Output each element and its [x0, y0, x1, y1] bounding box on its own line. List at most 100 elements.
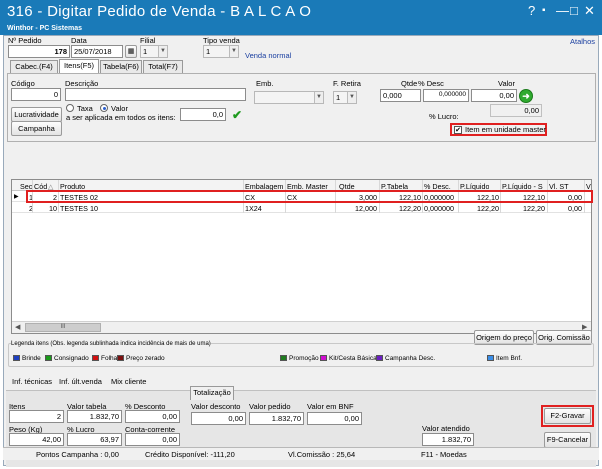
valor-desconto-label: Valor desconto	[191, 402, 241, 411]
campanha-button[interactable]: Campanha	[11, 121, 62, 136]
legend-brinde: Brinde	[13, 355, 41, 362]
descricao-field[interactable]	[65, 88, 246, 101]
valor-field[interactable]: 0,00	[471, 89, 517, 102]
tipo-venda-select[interactable]: 1 ▼	[203, 45, 239, 58]
window-menu-icon[interactable]: ▪	[542, 5, 546, 16]
tab-mix-cliente[interactable]: Mix cliente	[111, 377, 146, 386]
legend-folha: Folha	[92, 355, 117, 362]
item-unidade-master-checkbox[interactable]: ✔	[454, 126, 462, 134]
subtitle-bar: Winthor - PC Sistemas	[0, 25, 602, 35]
cell-p-liquido-s: 122,20	[523, 204, 545, 213]
cell-vl-st: 0,00	[568, 204, 582, 213]
legend-kit-cesta: Kit/Cesta Básica	[320, 355, 377, 362]
status-moedas[interactable]: F11 - Moedas	[421, 450, 467, 459]
f-retira-select[interactable]: 1 ▼	[333, 91, 357, 104]
table-row[interactable]: 2 10 TESTES 10 1X24 12,000 122,20 0,0000…	[12, 202, 591, 213]
item-unidade-master-box[interactable]: ✔ Item em unidade master	[450, 123, 547, 136]
scroll-left-icon[interactable]: ◀	[15, 323, 20, 331]
valor-bnf-field: 0,00	[307, 412, 362, 425]
add-item-icon[interactable]: ➜	[519, 89, 533, 103]
taxa-radio[interactable]	[66, 104, 74, 112]
emb-select[interactable]: ▼	[254, 91, 324, 104]
valor-radio-label: Valor	[111, 104, 128, 113]
tab-total[interactable]: Total(F7)	[143, 60, 183, 73]
row-pointer-icon: ▶	[14, 194, 19, 200]
desc-field[interactable]: 0,000000	[423, 89, 469, 102]
tipo-venda-desc: Venda normal	[245, 51, 292, 60]
atalhos-link[interactable]: Atalhos	[570, 37, 595, 46]
data-label: Data	[71, 36, 87, 45]
legend-campanha-desc: Campanha Desc.	[376, 355, 435, 362]
status-comissao: Vl.Comissão : 25,64	[288, 450, 356, 459]
legend-title: Legenda itens (Obs. legenda sublinhada i…	[11, 341, 211, 347]
codigo-field[interactable]: 0	[11, 88, 61, 101]
status-credito: Crédito Disponível: -111,20	[145, 450, 235, 459]
cancelar-button[interactable]: F9-Cancelar	[544, 432, 591, 448]
descricao-label: Descrição	[65, 79, 99, 88]
cell-p-tabela: 122,20	[399, 204, 421, 213]
cell-embalagem: 1X24	[245, 204, 262, 213]
pct-lucro-field: 63,97	[67, 433, 122, 446]
lucro-field: 0,00	[490, 104, 542, 117]
f-retira-label: F. Retira	[333, 79, 361, 88]
tab-itens[interactable]: Itens(F5)	[59, 59, 99, 73]
cell-p-liquido: 122,20	[477, 204, 499, 213]
items-grid[interactable]: Sec Cód △ Produto Embalagem Emb. Master …	[11, 179, 593, 334]
taxa-label: Taxa	[77, 104, 93, 113]
tab-tabela[interactable]: Tabela(F6)	[100, 60, 142, 73]
tipo-venda-label: Tipo venda	[203, 36, 240, 45]
valor-pedido-label: Valor pedido	[249, 402, 291, 411]
tab-inf-ult-venda[interactable]: Inf. últ.venda	[59, 377, 102, 386]
legend-consignado: Consignado	[45, 355, 89, 362]
valor-pedido-field: 1.832,70	[249, 412, 304, 425]
legend-item-bnf: Item Bnf.	[487, 355, 522, 362]
status-pontos: Pontos Campanha : 0,00	[36, 450, 119, 459]
numero-pedido-field: 178	[8, 45, 70, 58]
title-bar: 316 - Digitar Pedido de Venda - B A L C …	[0, 0, 602, 25]
cell-qtde: 12,000	[355, 204, 377, 213]
item-entry-panel: Código 0 Descrição Emb. ▼ F. Retira 1 ▼ Q…	[7, 73, 596, 142]
aplicada-field[interactable]: 0,0	[180, 108, 226, 121]
gravar-highlight	[541, 405, 594, 427]
valor-radio[interactable]	[100, 104, 108, 112]
tab-totalizacao[interactable]: Totalização	[190, 386, 234, 400]
aplicada-label: a ser aplicada em todos os itens:	[66, 113, 176, 122]
tab-inf-tecnicas[interactable]: Inf. técnicas	[12, 377, 52, 386]
window-title: 316 - Digitar Pedido de Venda - B A L C …	[7, 3, 312, 20]
calendar-icon[interactable]: ▦	[125, 45, 137, 58]
valor-desconto-field: 0,00	[191, 412, 246, 425]
desc-label: % Desc	[418, 79, 444, 88]
minimize-icon[interactable]: —	[556, 3, 569, 18]
main-window: Nº Pedido 178 Data 25/07/2018 ▦ Filial 1…	[3, 35, 599, 467]
help-icon[interactable]: ?	[528, 3, 535, 18]
valor-tabela-field: 1.832,70	[67, 410, 122, 423]
lucro-label: % Lucro:	[429, 112, 459, 121]
app-subtitle: Winthor - PC Sistemas	[7, 25, 83, 32]
row-highlight	[26, 190, 593, 203]
legend-preco-zerado: Preço zerado	[117, 355, 165, 362]
data-field[interactable]: 25/07/2018	[71, 45, 123, 58]
emb-label: Emb.	[256, 79, 274, 88]
peso-field: 42,00	[9, 433, 64, 446]
numero-pedido-label: Nº Pedido	[8, 36, 42, 45]
valor-atendido-label: Valor atendido	[422, 424, 470, 433]
qtde-field[interactable]: 0,000	[380, 89, 421, 102]
apply-check-icon[interactable]: ✔	[232, 108, 242, 122]
lucratividade-button[interactable]: Lucratividade	[11, 107, 62, 122]
valor-atendido-field: 1.832,70	[422, 433, 474, 446]
close-icon[interactable]: ✕	[584, 3, 595, 19]
valor-bnf-label: Valor em BNF	[307, 402, 354, 411]
filial-select[interactable]: 1 ▼	[140, 45, 168, 58]
legend-promocao: Promoção	[280, 355, 319, 362]
tab-cabec[interactable]: Cabec.(F4)	[10, 60, 58, 73]
codigo-label: Código	[11, 79, 35, 88]
qtde-label: Qtde	[401, 79, 418, 88]
maximize-icon[interactable]: □	[570, 3, 578, 18]
legend-box: Legenda itens (Obs. legenda sublinhada i…	[8, 341, 594, 367]
cell-cod: 10	[49, 204, 57, 213]
status-bar: Pontos Campanha : 0,00 Crédito Disponíve…	[3, 447, 599, 460]
filial-label: Filial	[140, 36, 156, 45]
scrollbar-thumb[interactable]: III	[25, 323, 101, 332]
valor-label: Valor	[498, 79, 515, 88]
itens-field: 2	[9, 410, 64, 423]
